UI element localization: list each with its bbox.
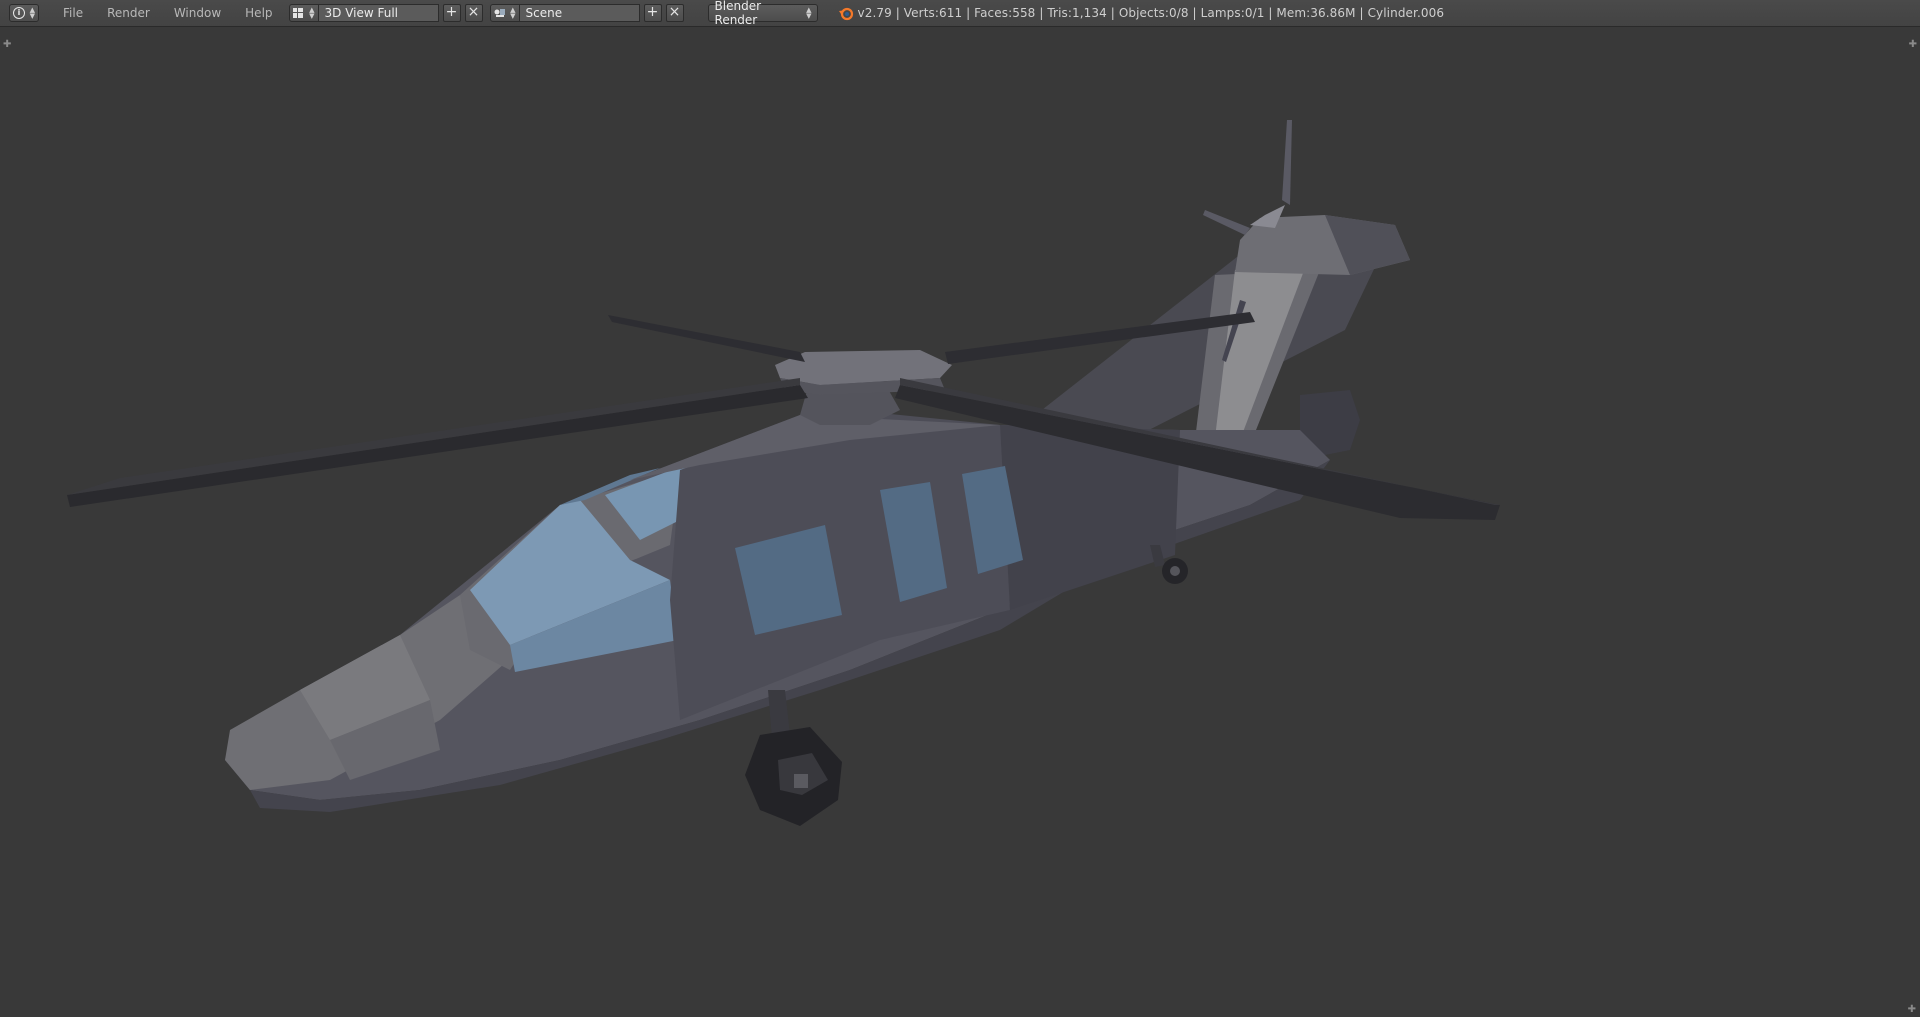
screen-layout-browse[interactable]: ▲ ▼ (288, 4, 319, 22)
menu-help[interactable]: Help (233, 6, 284, 20)
main-rotor-blade (608, 315, 805, 362)
3d-viewport[interactable]: ✚ ✚ ✚ (0, 27, 1920, 1017)
info-header: i ▲ ▼ File Render Window Help ▲ ▼ 3D View … (0, 0, 1920, 27)
scene-statistics: v2.79 | Verts:611 | Faces:558 | Tris:1,1… (857, 6, 1445, 20)
layout-grid-icon (292, 8, 303, 18)
info-icon: i (13, 7, 25, 19)
tail-rotor-blade (1282, 120, 1292, 205)
scene-group: ▲ ▼ Scene + × (489, 4, 684, 22)
screen-layout-group: ▲ ▼ 3D View Full + × (288, 4, 483, 22)
blender-logo-icon (838, 7, 853, 21)
menu-render[interactable]: Render (95, 6, 162, 20)
helicopter-model (67, 120, 1500, 826)
screen-layout-name-field[interactable]: 3D View Full (318, 4, 439, 22)
tail-wheel-hub (1170, 566, 1180, 576)
add-scene-button[interactable]: + (643, 4, 662, 22)
updown-arrows-icon: ▲ ▼ (29, 6, 35, 20)
updown-arrows-icon: ▲ ▼ (309, 6, 315, 20)
delete-scene-button[interactable]: × (665, 4, 684, 22)
tail-rotor-blade (1203, 210, 1250, 235)
main-menu: File Render Window Help (51, 6, 285, 20)
scene-browse[interactable]: ▲ ▼ (489, 4, 520, 22)
delete-screen-button[interactable]: × (464, 4, 483, 22)
front-wheel-cap (794, 774, 808, 788)
plus-icon: + (445, 4, 458, 20)
close-icon: × (467, 4, 480, 20)
add-screen-button[interactable]: + (442, 4, 461, 22)
menu-window[interactable]: Window (162, 6, 233, 20)
updown-arrows-icon: ▲ ▼ (510, 6, 516, 20)
menu-file[interactable]: File (51, 6, 95, 20)
render-engine-label: Blender Render (714, 0, 762, 27)
editor-type-selector[interactable]: i ▲ ▼ (9, 4, 39, 22)
scene-name-field[interactable]: Scene (519, 4, 640, 22)
plus-icon: + (646, 4, 659, 20)
scene-icon (494, 9, 505, 17)
updown-arrows-icon: ▲ ▼ (806, 6, 812, 20)
close-icon: × (668, 4, 681, 20)
render-engine-select[interactable]: Blender Render ▲ ▼ (707, 0, 818, 27)
